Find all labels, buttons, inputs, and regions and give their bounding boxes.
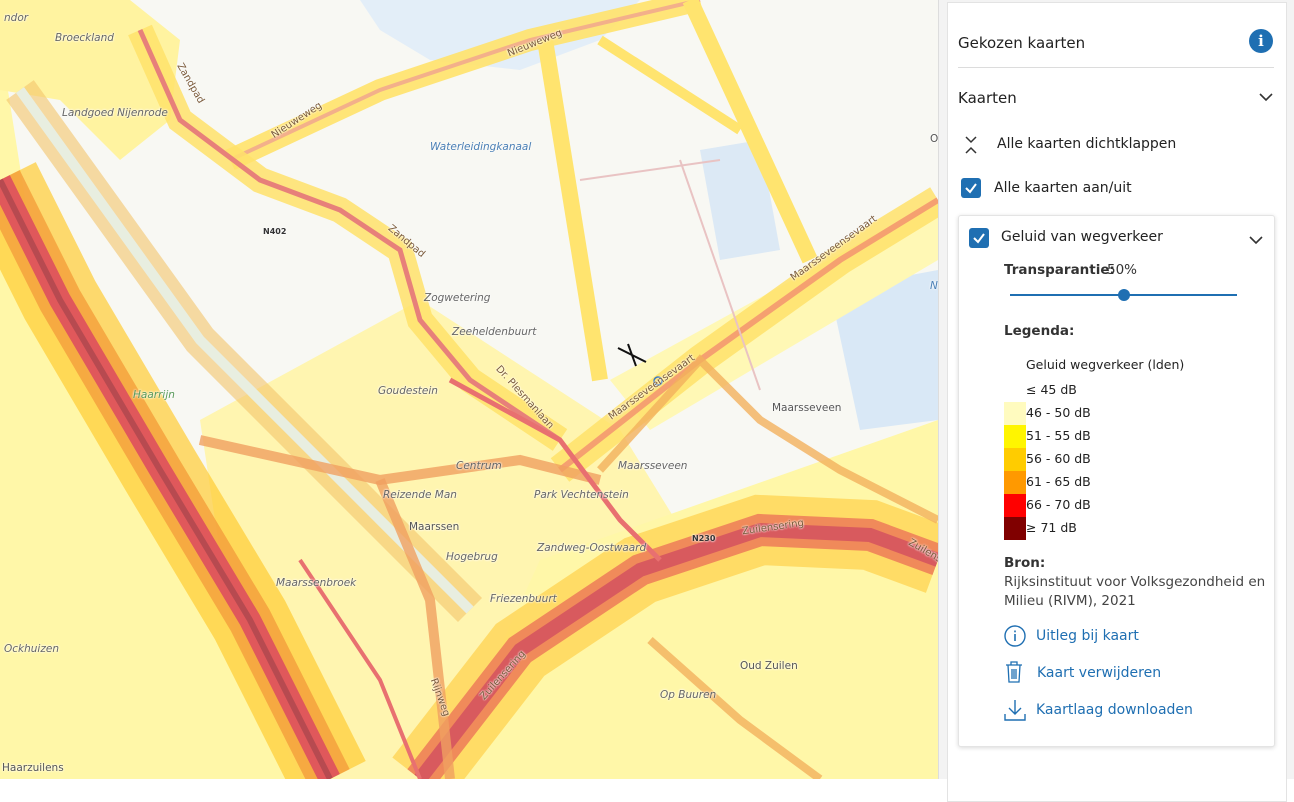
map-label-n230: N230 — [692, 534, 716, 543]
noise-map[interactable]: ndor Broeckland Landgoed Nijenrode Zandp… — [0, 0, 938, 779]
legend-swatch — [1004, 471, 1026, 494]
remove-map-link[interactable]: Kaart verwijderen — [1037, 665, 1161, 681]
trash-icon[interactable] — [1004, 660, 1024, 684]
section-title-kaarten: Kaarten — [958, 89, 1017, 107]
toggle-all-checkbox[interactable] — [961, 178, 981, 198]
map-label-n402: N402 — [263, 227, 287, 236]
map-label-friezenbuurt: Friezenbuurt — [490, 593, 557, 605]
legend-item-label: ≤ 45 dB — [1026, 382, 1077, 397]
source-label: Bron: — [1004, 555, 1046, 571]
map-label-haarzuilens: Haarzuilens — [2, 762, 64, 774]
map-label-reizende-man: Reizende Man — [383, 489, 457, 501]
download-layer-link[interactable]: Kaartlaag downloaden — [1036, 702, 1193, 718]
map-label-maarsseveen-1: Maarsseveen — [772, 402, 842, 414]
map-label-op-buuren: Op Buuren — [660, 689, 717, 701]
map-label-edge-n: N — [930, 280, 938, 292]
layer-chevron-down-icon[interactable] — [1249, 235, 1263, 245]
legend-item-label: 56 - 60 dB — [1026, 451, 1091, 466]
legend-item-label: 61 - 65 dB — [1026, 474, 1091, 489]
legend-item-label: 46 - 50 dB — [1026, 405, 1091, 420]
legend-item-label: ≥ 71 dB — [1026, 520, 1077, 535]
divider — [958, 67, 1274, 68]
transparency-slider-thumb[interactable] — [1117, 289, 1130, 301]
map-label-oud-zuilen: Oud Zuilen — [740, 660, 798, 672]
legend-item-label: 51 - 55 dB — [1026, 428, 1091, 443]
map-label-maarssen: Maarssen — [409, 521, 460, 533]
map-label-goudestein: Goudestein — [378, 385, 438, 397]
layer-name: Geluid van wegverkeer — [1001, 229, 1163, 245]
legend-swatch — [1004, 517, 1026, 540]
map-label-edge-ndor: ndor — [4, 12, 29, 24]
info-icon[interactable]: i — [1249, 29, 1273, 53]
chevron-down-icon[interactable] — [1259, 92, 1273, 102]
legend-title: Geluid wegverkeer (lden) — [1026, 357, 1185, 372]
map-label-maarsseveen-2: Maarsseveen — [618, 460, 688, 472]
map-label-centrum: Centrum — [456, 460, 502, 472]
map-label-hogebrug: Hogebrug — [446, 551, 498, 563]
download-icon[interactable] — [1003, 698, 1027, 722]
info-circle-icon[interactable] — [1004, 625, 1026, 647]
map-label-broeckland: Broeckland — [55, 32, 114, 44]
map-label-landgoed-nijenrode: Landgoed Nijenrode — [62, 107, 168, 119]
toggle-all-label[interactable]: Alle kaarten aan/uit — [994, 180, 1132, 196]
legend-label: Legenda: — [1004, 323, 1075, 339]
map-label-haarrijn: Haarrijn — [133, 389, 175, 401]
map-label-zogwetering: Zogwetering — [424, 292, 491, 304]
legend-swatch — [1004, 494, 1026, 517]
legend-swatch — [1004, 379, 1026, 402]
legend-swatch — [1004, 425, 1026, 448]
map-label-zandweg-oostwaard: Zandweg-Oostwaard — [537, 542, 647, 554]
map-label-ockhuizen: Ockhuizen — [4, 643, 59, 655]
transparency-label: Transparantie: — [1004, 262, 1115, 278]
collapse-all-icon[interactable] — [964, 135, 978, 155]
map-label-park-vechtenstein: Park Vechtenstein — [534, 489, 629, 501]
legend-swatch — [1004, 402, 1026, 425]
map-label-waterleidingkanaal: Waterleidingkanaal — [430, 141, 532, 153]
panel-title: Gekozen kaarten — [958, 34, 1086, 52]
source-line-2: Milieu (RIVM), 2021 — [1004, 593, 1136, 609]
legend-item-label: 66 - 70 dB — [1026, 497, 1091, 512]
source-line-1: Rijksinstituut voor Volksgezondheid en — [1004, 574, 1266, 590]
map-label-maarssenbroek: Maarssenbroek — [276, 577, 357, 589]
map-label-zeeheldenbuurt: Zeeheldenbuurt — [452, 326, 537, 338]
collapse-all-button[interactable]: Alle kaarten dichtklappen — [997, 136, 1176, 152]
map-label-edge-o: O — [930, 133, 938, 145]
explain-map-link[interactable]: Uitleg bij kaart — [1036, 628, 1139, 644]
transparency-value: 50% — [1107, 262, 1138, 278]
layer-visibility-checkbox[interactable] — [969, 228, 989, 248]
legend-swatch — [1004, 448, 1026, 471]
